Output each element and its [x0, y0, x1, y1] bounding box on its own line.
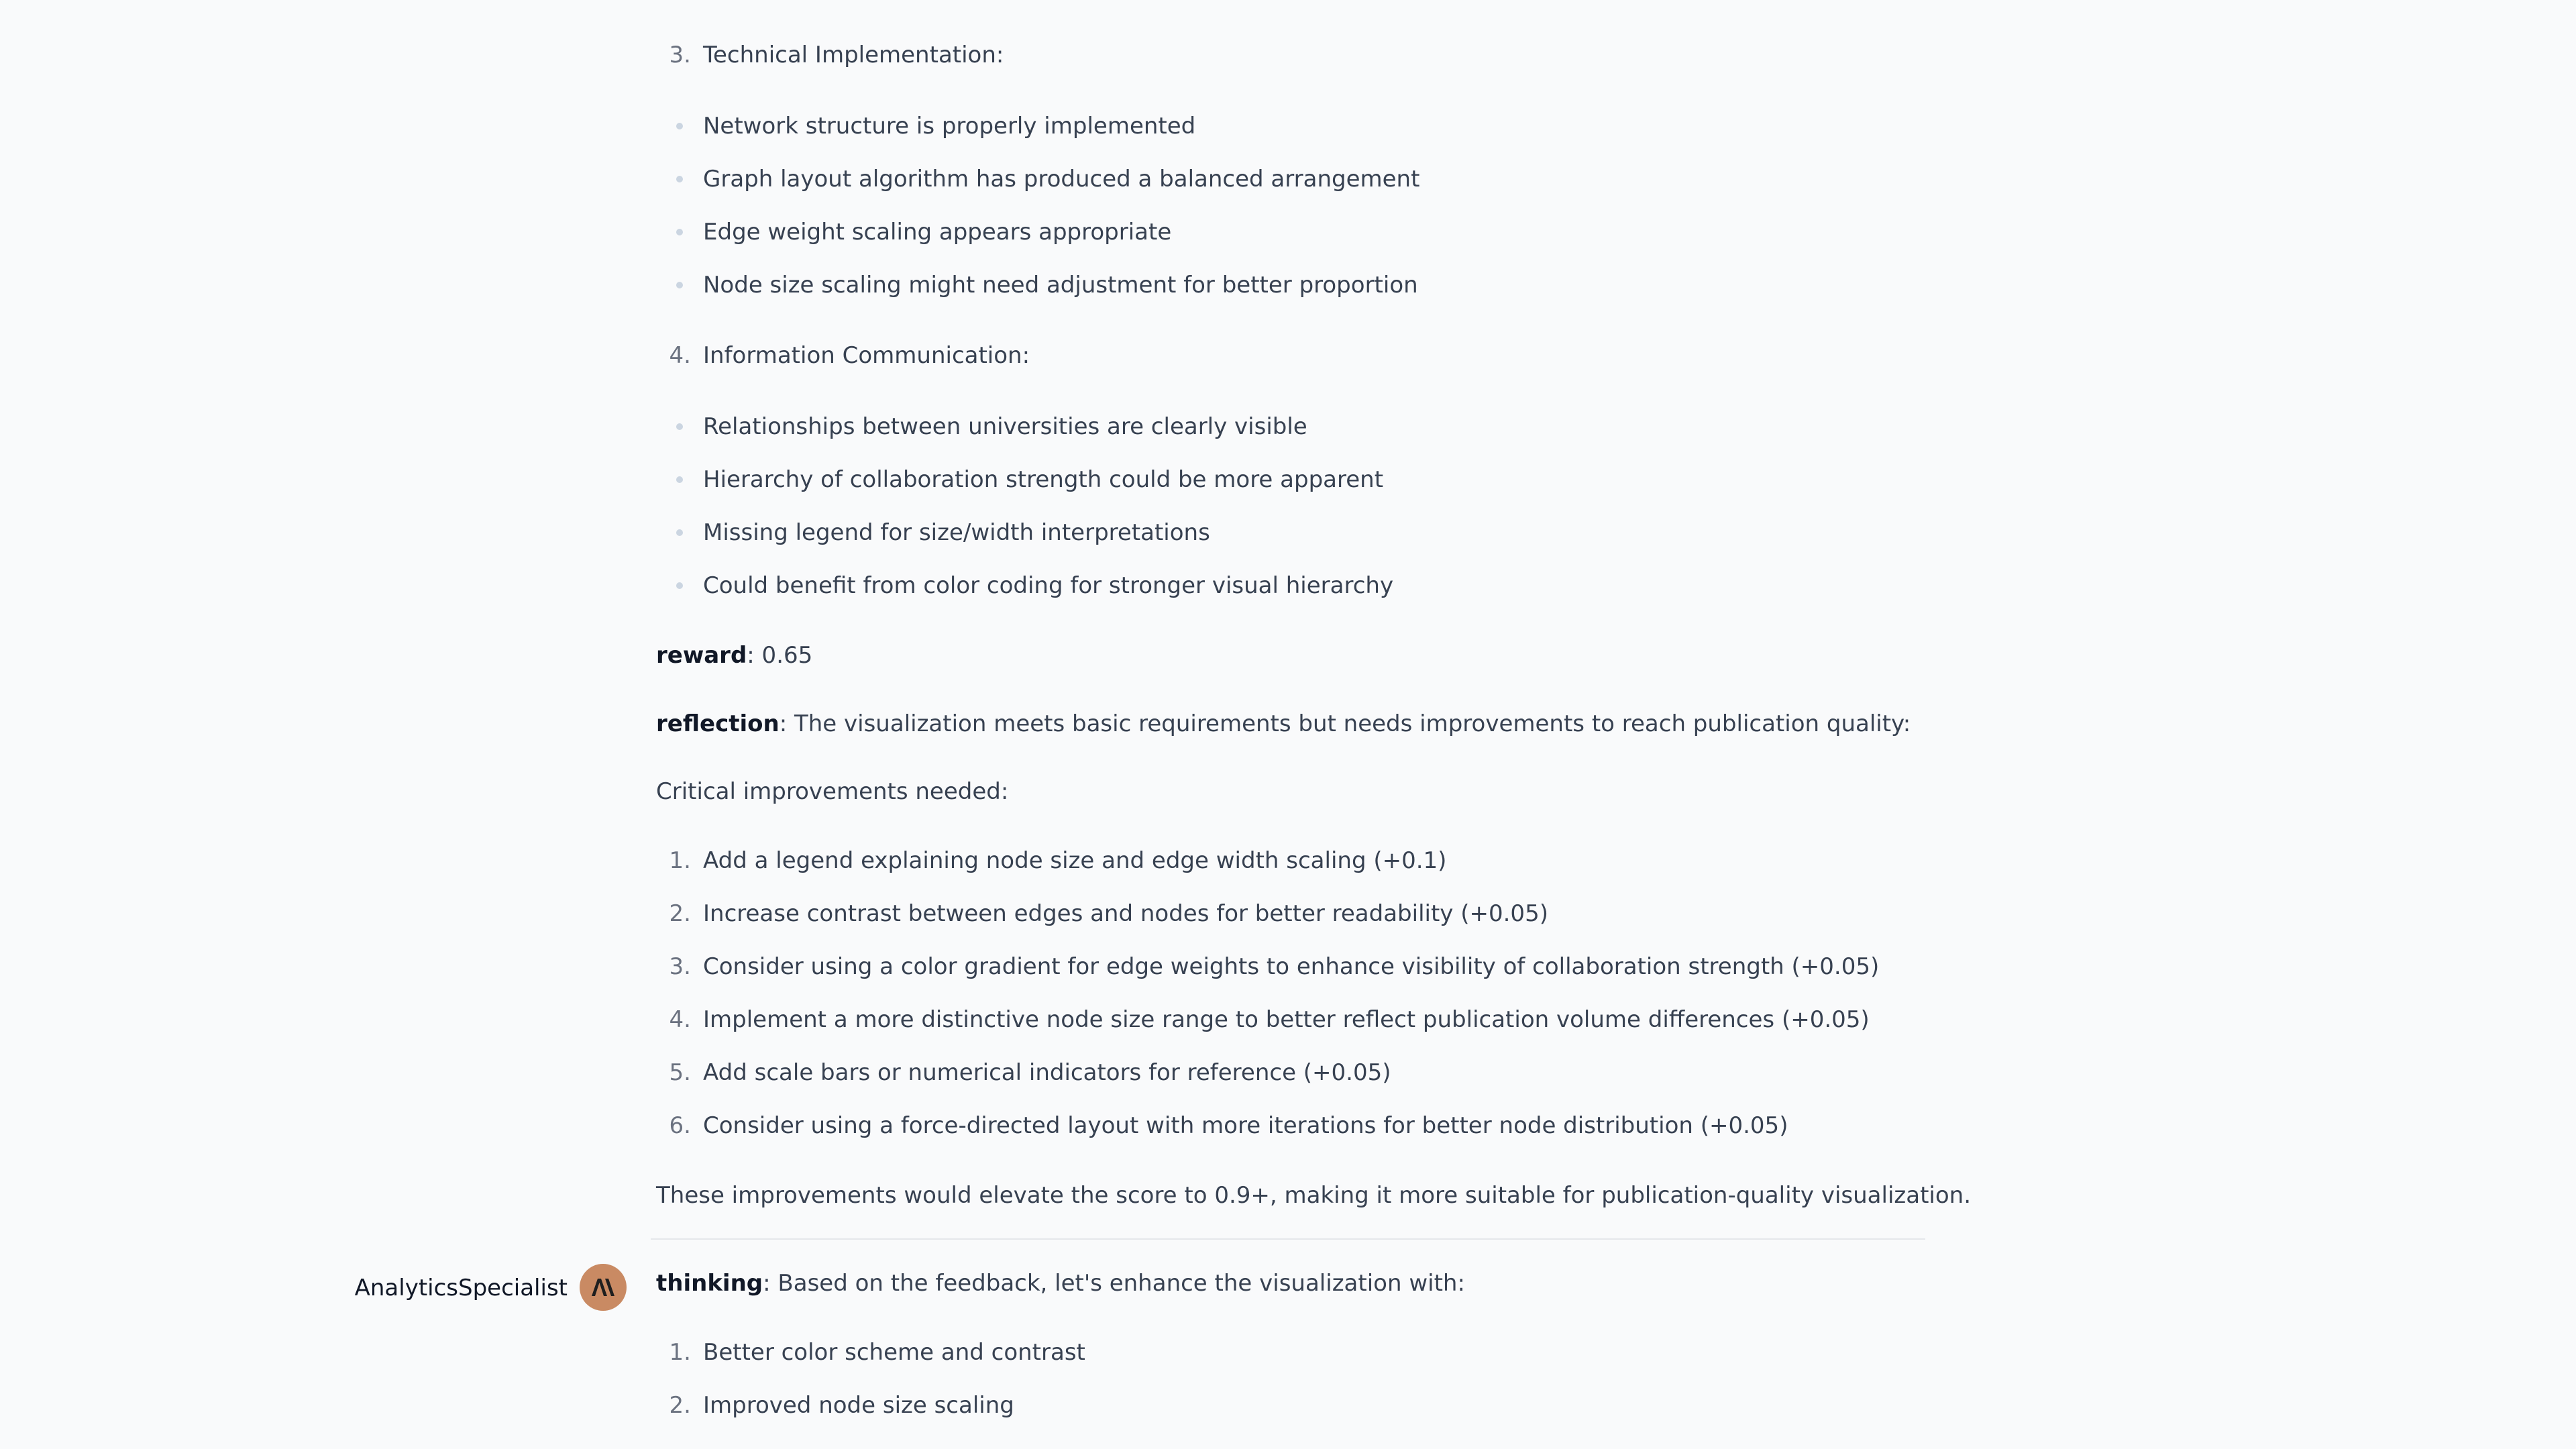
list-number: 5.	[669, 1059, 691, 1086]
list-item: Missing legend for size/width interpreta…	[703, 519, 1210, 546]
avatar	[580, 1264, 627, 1311]
list-number: 3.	[669, 953, 691, 980]
bullet-dot	[676, 476, 683, 483]
bullet-dot	[676, 529, 683, 536]
thinking-text: : Based on the feedback, let's enhance t…	[763, 1270, 1465, 1297]
list-item: Improved node size scaling	[703, 1392, 1014, 1419]
thinking-line: thinking: Based on the feedback, let's e…	[656, 1267, 1465, 1299]
list-item: Could benefit from color coding for stro…	[703, 572, 1394, 599]
list-number: 6.	[669, 1112, 691, 1139]
list-number: 3.	[669, 42, 691, 68]
author-name: AnalyticsSpecialist	[354, 1275, 568, 1301]
reward-value: : 0.65	[747, 642, 813, 669]
list-number: 4.	[669, 342, 691, 369]
list-item: Increase contrast between edges and node…	[703, 900, 1548, 927]
anthropic-logo-icon	[592, 1279, 614, 1296]
bullet-dot	[676, 176, 683, 182]
bullet-dot	[676, 423, 683, 430]
list-item: Relationships between universities are c…	[703, 413, 1307, 440]
list-item: Add scale bars or numerical indicators f…	[703, 1059, 1391, 1086]
list-item: Hierarchy of collaboration strength coul…	[703, 466, 1384, 493]
list-number: 4.	[669, 1006, 691, 1033]
list-number: 2.	[669, 1392, 691, 1419]
list-item: Add a legend explaining node size and ed…	[703, 847, 1447, 874]
reward-line: reward: 0.65	[656, 639, 812, 672]
list-item: Better color scheme and contrast	[703, 1339, 1085, 1366]
reflection-label: reflection	[656, 710, 780, 737]
list-number: 2.	[669, 900, 691, 927]
bullet-dot	[676, 229, 683, 235]
bullet-dot	[676, 582, 683, 589]
list-item: Network structure is properly implemente…	[703, 113, 1196, 140]
critical-heading: Critical improvements needed:	[656, 778, 1009, 805]
message-divider	[651, 1238, 1925, 1240]
list-item: Edge weight scaling appears appropriate	[703, 219, 1172, 246]
bullet-dot	[676, 282, 683, 288]
list-item: Node size scaling might need adjustment …	[703, 272, 1418, 299]
list-number: 1.	[669, 847, 691, 874]
bullet-dot	[676, 123, 683, 129]
reflection-text: : The visualization meets basic requirem…	[779, 710, 1911, 737]
thinking-label: thinking	[656, 1270, 763, 1297]
reflection-line: reflection: The visualization meets basi…	[656, 708, 1911, 740]
list-number: 1.	[669, 1339, 691, 1366]
list-item: Consider using a force-directed layout w…	[703, 1112, 1788, 1139]
list-item-heading: Technical Implementation:	[703, 42, 1004, 68]
reward-label: reward	[656, 642, 747, 669]
list-item: Consider using a color gradient for edge…	[703, 953, 1880, 980]
list-item: Graph layout algorithm has produced a ba…	[703, 166, 1420, 193]
list-item-heading: Information Communication:	[703, 342, 1030, 369]
list-item: Implement a more distinctive node size r…	[703, 1006, 1870, 1033]
conclusion-text: These improvements would elevate the sco…	[656, 1182, 1972, 1209]
